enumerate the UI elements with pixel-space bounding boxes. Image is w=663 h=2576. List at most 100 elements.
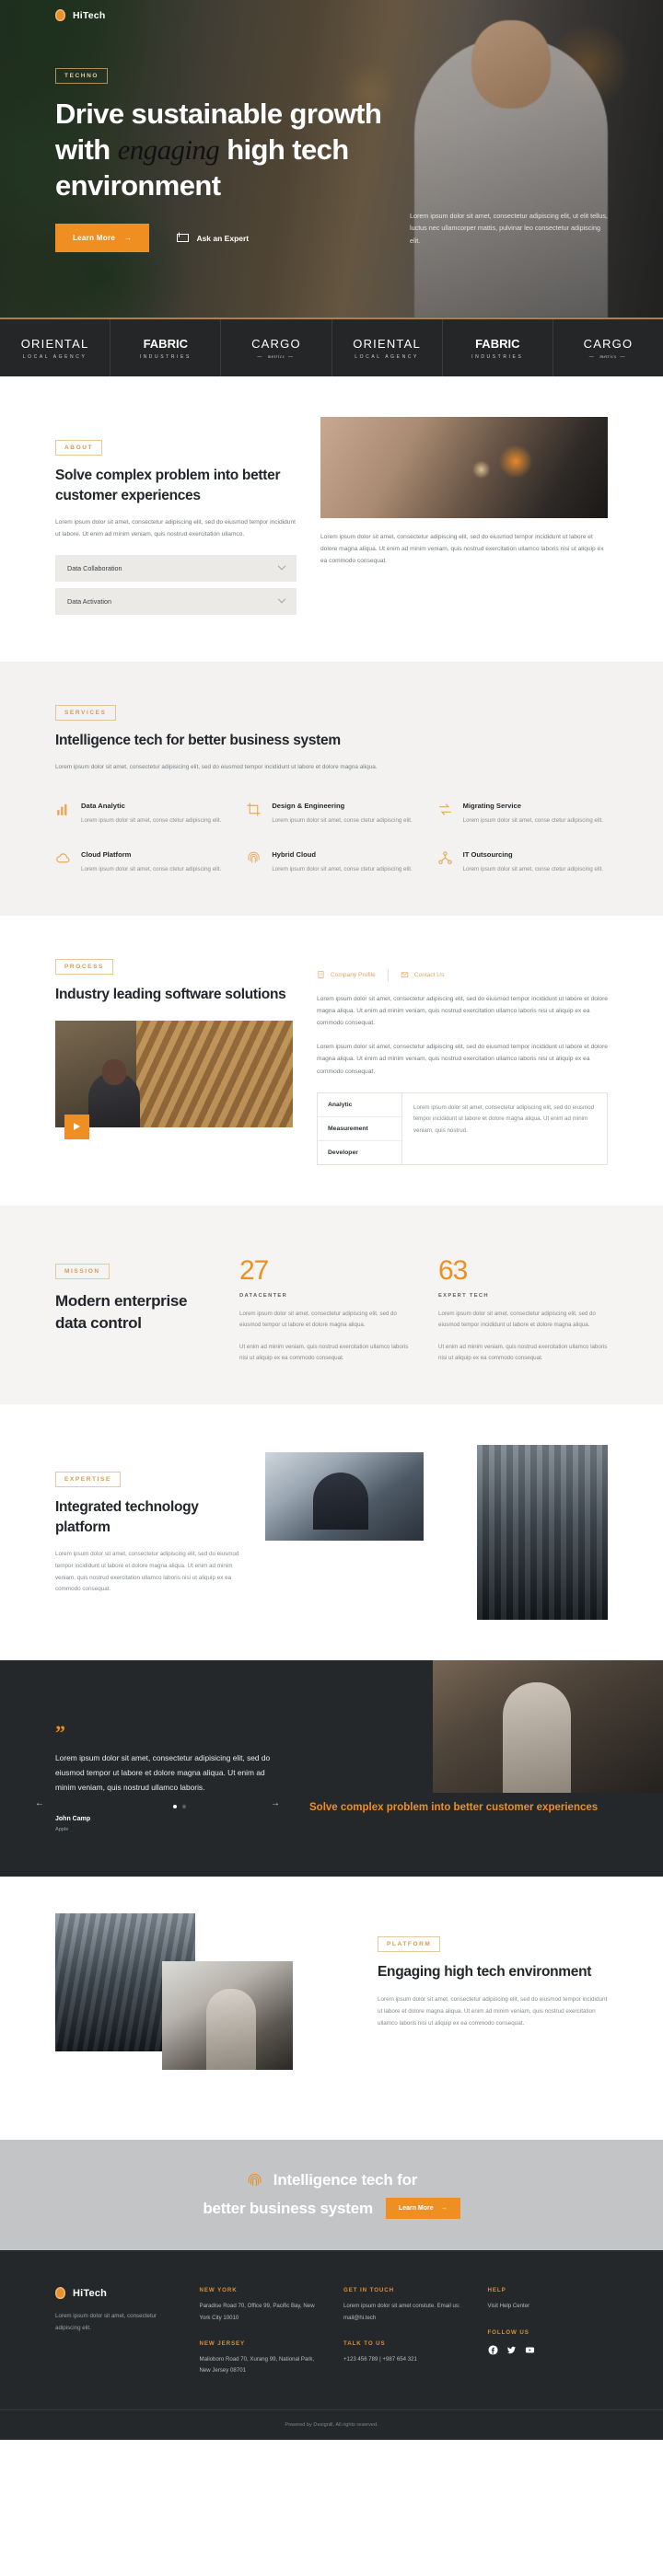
footer-block-new-york: NEW YORK Paradise Road 70, Office 99, Pa… <box>200 2287 320 2323</box>
expertise-left-column: EXPERTISE Integrated technology platform… <box>55 1445 245 1595</box>
testimonial-card: arrow-left-icon ← → ” Lorem ipsum dolor … <box>35 1723 280 1832</box>
bar-chart-icon <box>55 802 71 817</box>
carousel-dot[interactable] <box>182 1804 186 1808</box>
table-row[interactable]: Analytic <box>318 1093 401 1117</box>
hero-title-line2-b: high tech <box>219 133 349 167</box>
client-logo-name: FABRIC <box>475 336 520 351</box>
service-card-design-engineering[interactable]: Design & Engineering Lorem ipsum dolor s… <box>246 802 416 826</box>
footer-heading: TALK TO US <box>343 2339 386 2347</box>
stat-label: DATACENTER <box>239 1292 288 1299</box>
client-logo-name: CARGO <box>583 336 634 351</box>
footer-text[interactable]: +123 456 789 | +987 654 321 <box>343 2354 464 2365</box>
service-text: Lorem ipsum dolor sit amet, conse ctetur… <box>462 865 604 872</box>
client-logo[interactable]: ORIENTAL LOCAL AGENCY <box>332 319 443 376</box>
service-card-it-outsourcing[interactable]: IT Outsourcing Lorem ipsum dolor sit ame… <box>437 850 608 875</box>
hero-title-line2-a: with <box>55 133 118 167</box>
service-text: Lorem ipsum dolor sit amet, conse ctetur… <box>462 816 604 824</box>
client-logo[interactable]: ORIENTAL LOCAL AGENCY <box>0 319 111 376</box>
social-links <box>487 2345 609 2355</box>
network-icon <box>437 850 453 866</box>
play-button[interactable] <box>64 1114 89 1139</box>
service-card-hybrid-cloud[interactable]: Hybrid Cloud Lorem ipsum dolor sit amet,… <box>246 850 416 875</box>
envelope-icon <box>177 234 190 243</box>
chevron-down-icon <box>277 595 286 604</box>
accordion-item-data-collaboration[interactable]: Data Collaboration <box>55 555 297 583</box>
platform-image-person <box>162 1961 293 2071</box>
cta-line-2: better business system <box>203 2199 373 2217</box>
service-card-cloud-platform[interactable]: Cloud Platform Lorem ipsum dolor sit ame… <box>55 850 226 875</box>
client-logo-name: FABRIC <box>143 336 188 351</box>
expertise-badge: EXPERTISE <box>55 1472 121 1488</box>
tab-label: Contact Us <box>413 971 445 978</box>
hero-title-line1: Drive sustainable growth <box>55 98 382 130</box>
client-logo[interactable]: FABRIC INDUSTRIES <box>443 319 553 376</box>
process-table-labels: Analytic Measurement Developer <box>318 1092 402 1164</box>
footer-column-contact: GET IN TOUCH Lorem ipsum dolor sit amet … <box>343 2287 464 2376</box>
hero-learn-more-button[interactable]: Learn More → <box>55 224 150 253</box>
cta-learn-more-button[interactable]: Learn More → <box>385 2198 460 2220</box>
building-icon <box>317 970 325 979</box>
testimonial-role: Apple <box>55 1826 69 1832</box>
accordion-item-data-activation[interactable]: Data Activation <box>55 588 297 616</box>
copyright-text: Powered by Designill. All rights reserve… <box>285 2422 378 2429</box>
about-right-column: Lorem ipsum dolor sit amet, consectetur … <box>320 417 608 568</box>
testimonial-next-button[interactable]: → <box>271 1798 280 1808</box>
footer-text[interactable]: Lorem ipsum dolor sit amet constute. Ema… <box>343 2301 464 2323</box>
services-grid: Data Analytic Lorem ipsum dolor sit amet… <box>55 802 608 875</box>
chevron-down-icon <box>277 561 286 571</box>
service-name: Cloud Platform <box>81 849 132 859</box>
service-text: Lorem ipsum dolor sit amet, conse ctetur… <box>272 816 413 824</box>
stat-text-1: Lorem ipsum dolor sit amet, consectetur … <box>239 1310 397 1329</box>
play-icon <box>74 1123 80 1131</box>
table-row[interactable]: Developer <box>318 1141 401 1164</box>
facebook-icon[interactable] <box>487 2345 498 2355</box>
client-logo[interactable]: CARGO — metrics — <box>221 319 332 376</box>
expertise-image-datacenter <box>477 1445 608 1621</box>
exchange-icon <box>437 802 453 817</box>
hero-title-emphasis: engaging <box>117 133 220 167</box>
youtube-icon[interactable] <box>525 2345 535 2355</box>
ask-an-expert-link[interactable]: Ask an Expert <box>177 234 249 243</box>
footer-help-link[interactable]: Visit Help Center <box>488 2301 609 2312</box>
testimonial-prev-button[interactable]: ← <box>35 1798 44 1808</box>
footer-heading: HELP <box>487 2287 506 2294</box>
platform-badge: PLATFORM <box>378 1936 441 1953</box>
ask-an-expert-label: Ask an Expert <box>196 233 250 243</box>
client-logo-sub: LOCAL AGENCY <box>22 353 87 360</box>
about-section: ABOUT Solve complex problem into better … <box>0 376 663 662</box>
footer-brand-name[interactable]: HiTech <box>73 2288 107 2299</box>
service-card-migrating-service[interactable]: Migrating Service Lorem ipsum dolor sit … <box>437 802 608 826</box>
client-logo-strip: ORIENTAL LOCAL AGENCY FABRIC INDUSTRIES … <box>0 318 663 376</box>
brand-name[interactable]: HiTech <box>73 10 105 21</box>
footer-block-talk-to-us: TALK TO US +123 456 789 | +987 654 321 <box>343 2340 464 2365</box>
mission-title: Modern enterprise data control <box>55 1291 188 1332</box>
client-logo[interactable]: CARGO — metrics — <box>553 319 663 376</box>
accordion-label: Data Activation <box>67 597 111 606</box>
carousel-dot-active[interactable] <box>173 1804 177 1808</box>
stat-datacenter: 27 DATACENTER Lorem ipsum dolor sit amet… <box>239 1246 409 1365</box>
services-section: SERVICES Intelligence tech for better bu… <box>0 662 663 916</box>
crop-icon <box>246 802 262 817</box>
about-right-text: Lorem ipsum dolor sit amet, consectetur … <box>320 534 604 565</box>
footer-block-follow-us: FOLLOW US <box>488 2329 609 2355</box>
testimonial-heading-block: Solve complex problem into better custom… <box>309 1727 608 1831</box>
process-person-figure <box>88 1058 141 1127</box>
client-logo-sub: INDUSTRIES <box>471 353 524 360</box>
service-name: Migrating Service <box>462 801 521 810</box>
service-name: Data Analytic <box>81 801 125 810</box>
platform-right-column: PLATFORM Engaging high tech environment … <box>378 1913 608 2029</box>
footer-tagline: Lorem ipsum dolor sit amet, consectetur … <box>55 2313 157 2331</box>
twitter-icon[interactable] <box>506 2345 517 2355</box>
platform-section: PLATFORM Engaging high tech environment … <box>0 1877 663 2140</box>
process-title: Industry leading software solutions <box>55 986 286 1002</box>
client-logo[interactable]: FABRIC INDUSTRIES <box>110 319 222 376</box>
tab-company-profile[interactable]: Company Profile <box>317 970 376 979</box>
service-card-data-analytic[interactable]: Data Analytic Lorem ipsum dolor sit amet… <box>55 802 226 826</box>
stat-value: 63 <box>438 1254 468 1286</box>
footer-column-help: HELP Visit Help Center FOLLOW US <box>488 2287 609 2376</box>
tab-contact-us[interactable]: Contact Us <box>401 970 445 979</box>
footer-heading: GET IN TOUCH <box>343 2287 395 2294</box>
process-table: Analytic Measurement Developer Lorem ips… <box>317 1092 608 1165</box>
services-header: SERVICES Intelligence tech for better bu… <box>55 702 359 751</box>
table-row[interactable]: Measurement <box>318 1117 401 1141</box>
